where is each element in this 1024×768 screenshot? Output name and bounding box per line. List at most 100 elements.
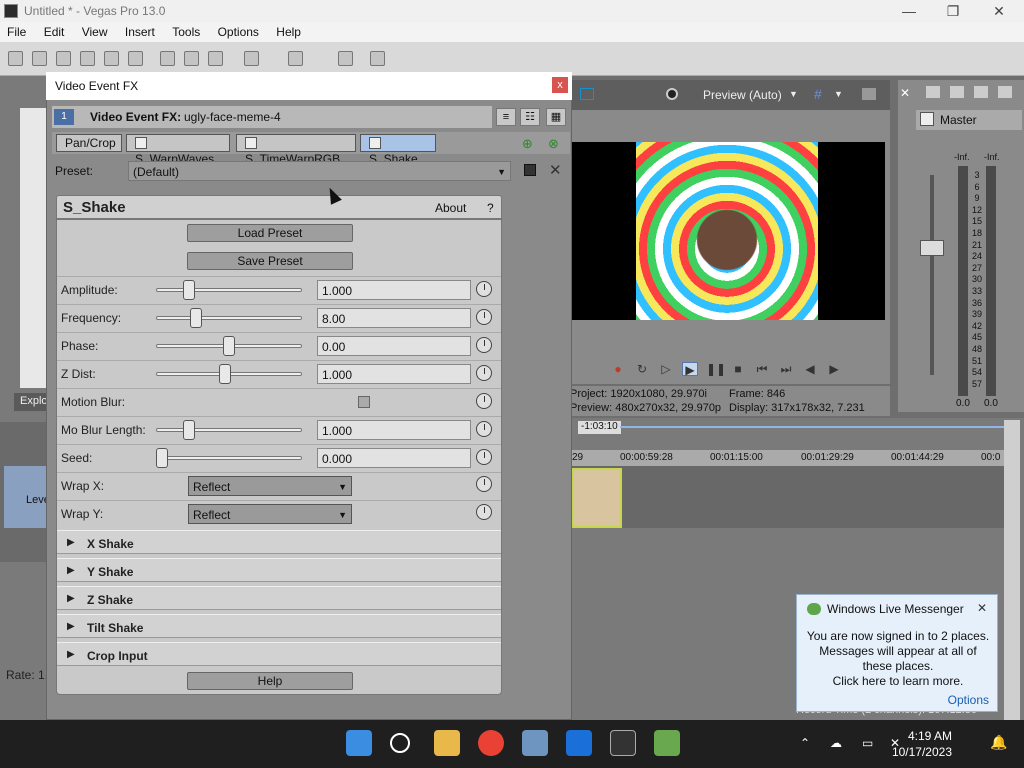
mute-icon[interactable] — [998, 86, 1012, 98]
view-grid-icon[interactable]: ▦ — [546, 108, 566, 126]
save-as-icon[interactable] — [80, 51, 95, 66]
param-value-field[interactable]: 0.000 — [317, 448, 471, 468]
loop-playback-icon[interactable]: ↻ — [634, 362, 650, 376]
checkbox-icon[interactable] — [245, 137, 257, 149]
section-y-shake[interactable]: ▶ Y Shake — [57, 558, 501, 582]
param-value-field[interactable]: 8.00 — [317, 308, 471, 328]
menu-insert[interactable]: Insert — [118, 22, 162, 39]
copy-snapshot-icon[interactable] — [862, 88, 876, 100]
param-slider-track[interactable] — [156, 288, 302, 292]
keyframe-clock-icon[interactable] — [476, 476, 492, 492]
chain-item-s-warpwaves[interactable]: S_WarpWaves — [126, 134, 230, 166]
menu-options[interactable]: Options — [211, 22, 266, 39]
cut-icon[interactable] — [160, 51, 175, 66]
close-window-button[interactable]: ✕ — [976, 1, 1022, 21]
param-slider-thumb[interactable] — [223, 336, 235, 356]
delete-preset-icon[interactable]: ✕ — [549, 161, 562, 179]
insert-plugin-icon[interactable]: ⊕ — [522, 136, 533, 152]
view-list-icon[interactable]: ≡ — [496, 108, 516, 126]
preview-settings-icon[interactable] — [666, 88, 678, 100]
param-value-field[interactable]: 0.00 — [317, 336, 471, 356]
checkbox-icon[interactable] — [369, 137, 381, 149]
chain-item-s-shake[interactable]: S_Shake — [360, 134, 436, 166]
fx-close-button[interactable]: x — [552, 77, 568, 93]
menu-file[interactable]: File — [0, 22, 33, 39]
wrap-y-dropdown[interactable]: Reflect ▼ — [188, 504, 352, 524]
timeline-vertical-scrollbar[interactable] — [1004, 420, 1020, 720]
go-to-end-icon[interactable]: ⏭ — [778, 362, 794, 376]
section-tilt-shake[interactable]: ▶ Tilt Shake — [57, 614, 501, 638]
keyframe-clock-icon[interactable] — [476, 393, 492, 409]
bus-icon[interactable] — [926, 86, 940, 98]
keyframe-clock-icon[interactable] — [476, 504, 492, 520]
section-crop-input[interactable]: ▶ Crop Input — [57, 642, 501, 666]
section-z-shake[interactable]: ▶ Z Shake — [57, 586, 501, 610]
save-preset-icon[interactable] — [524, 164, 536, 176]
time-ruler[interactable]: 29 00:00:59:28 00:01:15:00 00:01:29:29 0… — [572, 450, 1004, 466]
param-value-field[interactable]: 1.000 — [317, 420, 471, 440]
master-fader[interactable] — [920, 240, 944, 256]
menu-help[interactable]: Help — [269, 22, 308, 39]
render-icon[interactable] — [104, 51, 119, 66]
help-question-button[interactable]: ? — [487, 201, 494, 215]
chain-item-pan-crop[interactable]: Pan/Crop — [56, 134, 122, 152]
param-slider-thumb[interactable] — [182, 280, 195, 300]
keyframe-clock-icon[interactable] — [476, 421, 492, 437]
photos-icon[interactable] — [522, 730, 548, 756]
explorer-tab[interactable]: Explo — [14, 393, 48, 411]
new-project-icon[interactable] — [8, 51, 23, 66]
enable-snapping-icon[interactable] — [338, 51, 353, 66]
messenger-taskbar-icon[interactable] — [654, 730, 680, 756]
notification-bell-icon[interactable]: 🔔 — [990, 734, 1007, 751]
wrap-x-dropdown[interactable]: Reflect ▼ — [188, 476, 352, 496]
keyframe-clock-icon[interactable] — [476, 309, 492, 325]
paste-icon[interactable] — [208, 51, 223, 66]
load-preset-button[interactable]: Load Preset — [187, 224, 353, 242]
param-value-field[interactable]: 1.000 — [317, 364, 471, 384]
go-to-start-icon[interactable]: ⏮ — [754, 362, 770, 376]
maximize-button[interactable]: ❐ — [930, 1, 976, 21]
menu-view[interactable]: View — [75, 22, 115, 39]
whats-this-help-icon[interactable] — [370, 51, 385, 66]
param-slider-thumb[interactable] — [156, 448, 168, 468]
previous-frame-icon[interactable]: ◀ — [802, 362, 818, 376]
messenger-learn-more-link[interactable]: Click here to learn more. — [803, 674, 993, 689]
external-monitor-icon[interactable] — [580, 88, 594, 100]
checkbox-icon[interactable] — [135, 137, 147, 149]
close-icon[interactable]: ✕ — [977, 601, 987, 615]
chain-item-s-timewarprgb[interactable]: S_TimeWarpRGB — [236, 134, 356, 166]
next-frame-icon[interactable]: ▶ — [826, 362, 842, 376]
clock-date[interactable]: 10/17/2023 — [892, 745, 952, 759]
save-icon[interactable] — [56, 51, 71, 66]
keyframe-clock-icon[interactable] — [476, 365, 492, 381]
param-slider-track[interactable] — [156, 456, 302, 460]
overlays-grid-icon[interactable]: # — [814, 86, 822, 102]
param-slider-track[interactable] — [156, 316, 302, 320]
downmix-icon[interactable] — [950, 86, 964, 98]
minimize-button[interactable]: — — [886, 1, 932, 21]
properties-icon[interactable] — [128, 51, 143, 66]
file-explorer-icon[interactable] — [434, 730, 460, 756]
record-icon[interactable]: ● — [610, 362, 626, 376]
open-folder-icon[interactable] — [32, 51, 47, 66]
play-from-start-icon[interactable]: ▷ — [658, 362, 674, 376]
remove-plugin-icon[interactable]: ⊗ — [548, 136, 559, 152]
search-icon[interactable] — [390, 733, 410, 753]
video-clip[interactable] — [572, 468, 622, 528]
video-track-lane[interactable] — [572, 466, 1004, 528]
param-slider-track[interactable] — [156, 428, 302, 432]
vegas-taskbar-icon[interactable] — [610, 730, 636, 756]
explorer-tree[interactable] — [20, 108, 46, 388]
param-slider-thumb[interactable] — [218, 364, 231, 384]
messenger-options-link[interactable]: Options — [948, 693, 989, 707]
messenger-body[interactable]: You are now signed in to 2 places. Messa… — [803, 629, 993, 689]
param-slider-thumb[interactable] — [182, 420, 195, 440]
lock-envelopes-icon[interactable] — [974, 86, 988, 98]
redo-icon[interactable] — [288, 51, 303, 66]
motion-blur-checkbox[interactable] — [358, 396, 370, 408]
section-x-shake[interactable]: ▶ X Shake — [57, 530, 501, 554]
param-value-field[interactable]: 1.000 — [317, 280, 471, 300]
display-icon[interactable]: ▭ — [862, 736, 873, 750]
onedrive-icon[interactable]: ☁ — [830, 736, 842, 750]
keyframe-clock-icon[interactable] — [476, 449, 492, 465]
